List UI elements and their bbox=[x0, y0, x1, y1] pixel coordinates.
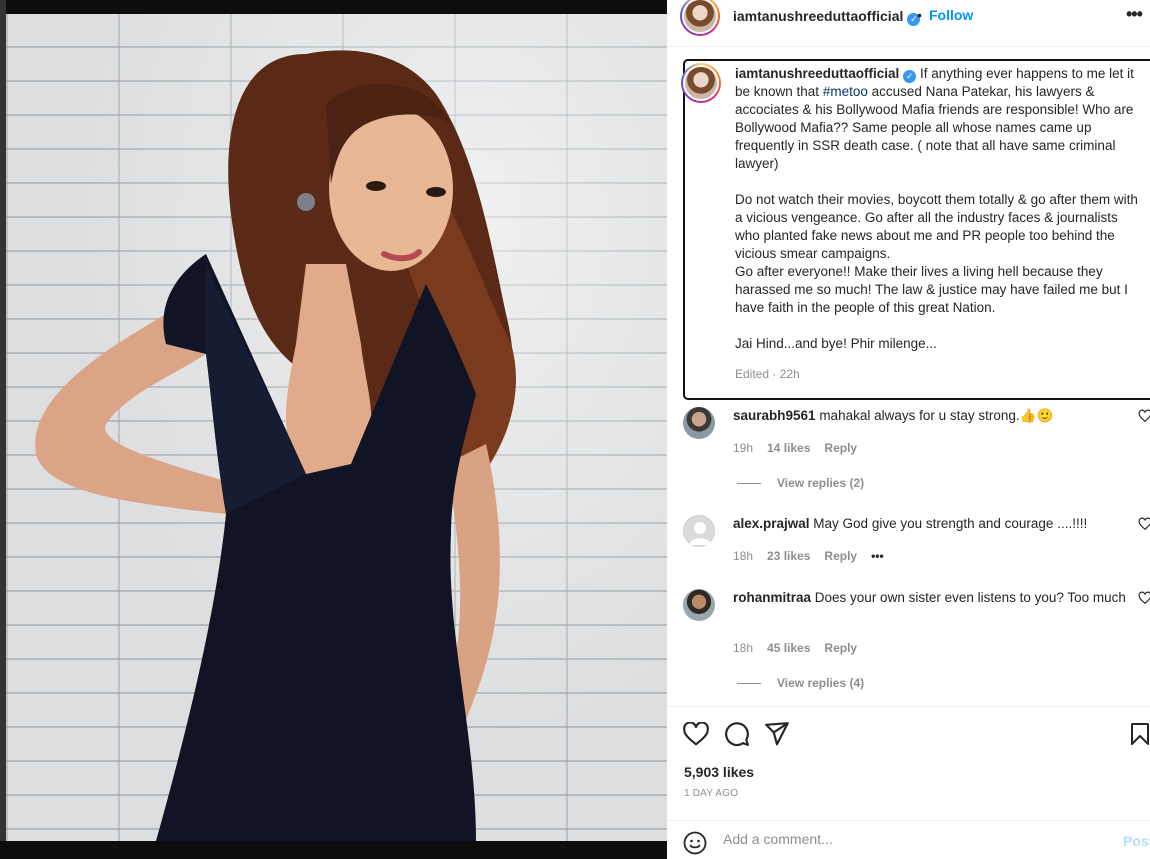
post-actions: 5,903 likes 1 DAY AGO Post bbox=[667, 706, 1150, 859]
commenter-avatar[interactable] bbox=[683, 407, 715, 439]
commenter-avatar[interactable] bbox=[683, 515, 715, 547]
author-avatar[interactable] bbox=[680, 0, 720, 36]
comment-time: 18h bbox=[733, 549, 754, 563]
reply-button[interactable]: Reply bbox=[824, 549, 857, 563]
photo-bottom-border bbox=[0, 841, 667, 859]
post-date: 1 DAY AGO bbox=[684, 788, 739, 799]
comment-text: mahakal always for u stay strong.👍🙂 bbox=[815, 408, 1054, 423]
follow-button[interactable]: Follow bbox=[929, 7, 973, 23]
comment-likes[interactable]: 14 likes bbox=[767, 441, 810, 455]
comment-more-icon[interactable]: ••• bbox=[871, 549, 884, 563]
portrait-illustration bbox=[35, 50, 516, 841]
share-icon[interactable] bbox=[764, 722, 790, 746]
commenter-username[interactable]: rohanmitraa bbox=[733, 590, 811, 605]
reply-button[interactable]: Reply bbox=[824, 441, 857, 455]
post-photo-pane bbox=[0, 0, 667, 859]
commenter-username[interactable]: saurabh9561 bbox=[733, 408, 816, 423]
commenter-avatar[interactable] bbox=[683, 589, 715, 621]
comment-text: May God give you strength and courage ..… bbox=[809, 516, 1088, 531]
verified-icon: ✓ bbox=[903, 70, 917, 83]
bookmark-icon[interactable] bbox=[1130, 722, 1150, 746]
comment-meta: 18h 23 likes Reply ••• bbox=[733, 549, 898, 563]
caption-author-avatar[interactable] bbox=[681, 63, 721, 103]
post-details-panel: iamtanushreeduttaofficial ✓ • Follow ••• … bbox=[667, 0, 1150, 859]
view-replies-button[interactable]: View replies (2) bbox=[737, 476, 864, 490]
comment-time: 18h bbox=[733, 641, 754, 655]
comment-like-heart-icon[interactable] bbox=[1138, 591, 1150, 605]
view-replies-button[interactable]: View replies (4) bbox=[737, 676, 864, 690]
post-photo[interactable] bbox=[6, 14, 667, 841]
add-comment-bar: Post bbox=[667, 820, 1150, 859]
emoji-icon[interactable] bbox=[683, 831, 707, 855]
comment-likes[interactable]: 23 likes bbox=[767, 549, 810, 563]
default-avatar-icon bbox=[689, 522, 711, 545]
caption-text: iamtanushreeduttaofficial ✓ If anything e… bbox=[735, 66, 1138, 351]
like-heart-icon[interactable] bbox=[683, 722, 709, 746]
comment-text: Does your own sister even listens to you… bbox=[811, 590, 1126, 605]
caption-edited-time: Edited · 22h bbox=[735, 367, 800, 381]
comment-meta: 18h 45 likes Reply bbox=[733, 641, 871, 655]
post-header: iamtanushreeduttaofficial ✓ • Follow ••• bbox=[667, 0, 1150, 47]
hashtag-link[interactable]: #metoo bbox=[823, 84, 868, 99]
separator-dot: • bbox=[917, 7, 922, 23]
comment-like-heart-icon[interactable] bbox=[1138, 517, 1150, 531]
more-options-icon[interactable]: ••• bbox=[1126, 4, 1143, 25]
comment-time: 19h bbox=[733, 441, 754, 455]
comment-meta: 19h 14 likes Reply bbox=[733, 441, 871, 455]
comment-likes[interactable]: 45 likes bbox=[767, 641, 810, 655]
comment-input[interactable] bbox=[723, 831, 1103, 847]
caption-username[interactable]: iamtanushreeduttaofficial bbox=[735, 66, 899, 81]
photo-top-border bbox=[0, 0, 667, 14]
author-username[interactable]: iamtanushreeduttaofficial ✓ bbox=[733, 8, 921, 26]
post-comment-button[interactable]: Post bbox=[1123, 833, 1150, 849]
reply-button[interactable]: Reply bbox=[824, 641, 857, 655]
caption-block: iamtanushreeduttaofficial ✓ If anything e… bbox=[681, 59, 1150, 400]
comment-icon[interactable] bbox=[724, 721, 750, 747]
comment-like-heart-icon[interactable] bbox=[1138, 409, 1150, 423]
commenter-username[interactable]: alex.prajwal bbox=[733, 516, 810, 531]
likes-count[interactable]: 5,903 likes bbox=[684, 764, 754, 780]
